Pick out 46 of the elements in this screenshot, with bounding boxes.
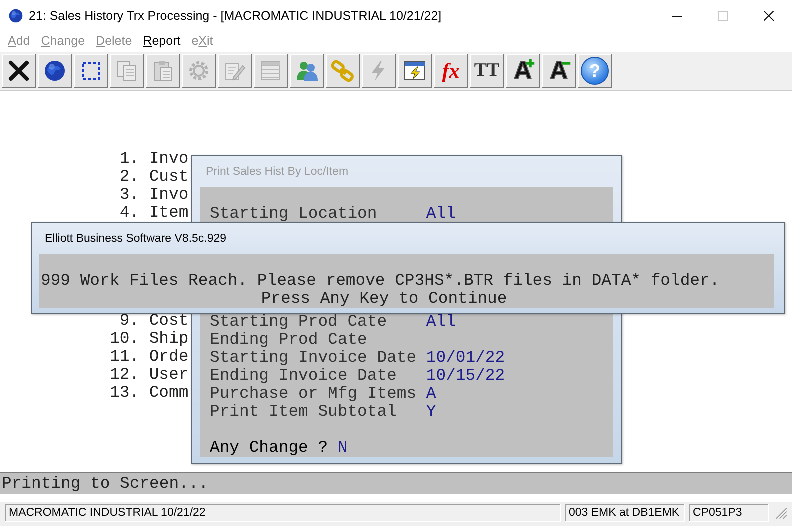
field-label: Starting Prod Cate [210, 313, 388, 331]
globe-icon [43, 59, 67, 83]
toolbar-button[interactable]: TT [470, 54, 504, 88]
toolbar-button[interactable]: A [542, 54, 576, 88]
field-label: Ending Invoice Date [210, 367, 398, 385]
status-field: CP051P3 [689, 504, 769, 522]
field-value[interactable]: Y [426, 403, 436, 421]
menu-item[interactable]: Report [143, 34, 181, 48]
list-icon [259, 59, 283, 83]
toolbar-button[interactable] [38, 54, 72, 88]
toolbar-button[interactable] [2, 54, 36, 88]
field-value[interactable]: All [426, 205, 456, 223]
gear-icon [187, 59, 211, 83]
field-label: Starting Location [210, 205, 378, 223]
dialog-title: Print Sales Hist By Loc/Item [206, 166, 349, 178]
toolbar-button[interactable]: A [506, 54, 540, 88]
users-icon [295, 59, 319, 83]
field-label: Purchase or Mfg Items [210, 385, 418, 403]
globe-icon [8, 8, 24, 24]
dialog-title: Elliott Business Software V8.5c.929 [45, 232, 227, 244]
status-message: Printing to Screen... [2, 474, 209, 492]
field-label: Ending Prod Cate [210, 331, 368, 349]
close-icon [764, 11, 774, 21]
resize-grip-icon [774, 506, 788, 520]
prompt-value[interactable]: N [338, 439, 348, 457]
field-value[interactable]: All [426, 313, 456, 331]
close-icon [7, 59, 31, 83]
selection-icon [79, 59, 103, 83]
status-field: 003 EMK at DB1EMK [565, 504, 685, 522]
window-title: 21: Sales History Trx Processing - [MACROMATIC INDUSTRIAL 10/21/22] [29, 9, 442, 23]
field-label: Starting Invoice Date [210, 349, 418, 367]
field-value[interactable]: 10/15/22 [426, 367, 506, 385]
field-value[interactable]: 10/01/22 [426, 349, 506, 367]
field-label: Print Item Subtotal [210, 403, 398, 421]
toolbar-button[interactable]: fx [434, 54, 468, 88]
prompt-label: Any Change ? [210, 439, 330, 457]
status-field: MACROMATIC INDUSTRIAL 10/21/22 [5, 504, 561, 522]
chain-link-icon [331, 59, 355, 83]
toolbar-button[interactable] [74, 54, 108, 88]
message-text: Press Any Key to Continue [261, 290, 508, 308]
copy-icon [115, 59, 139, 83]
maximize-icon [718, 11, 728, 21]
message-text: 999 Work Files Reach. Please remove CP3HS*.BTR files in DATA* folder. [41, 272, 720, 290]
toolbar-button[interactable] [398, 54, 432, 88]
calendar-lightning-icon [403, 59, 427, 83]
field-value[interactable]: A [426, 385, 436, 403]
